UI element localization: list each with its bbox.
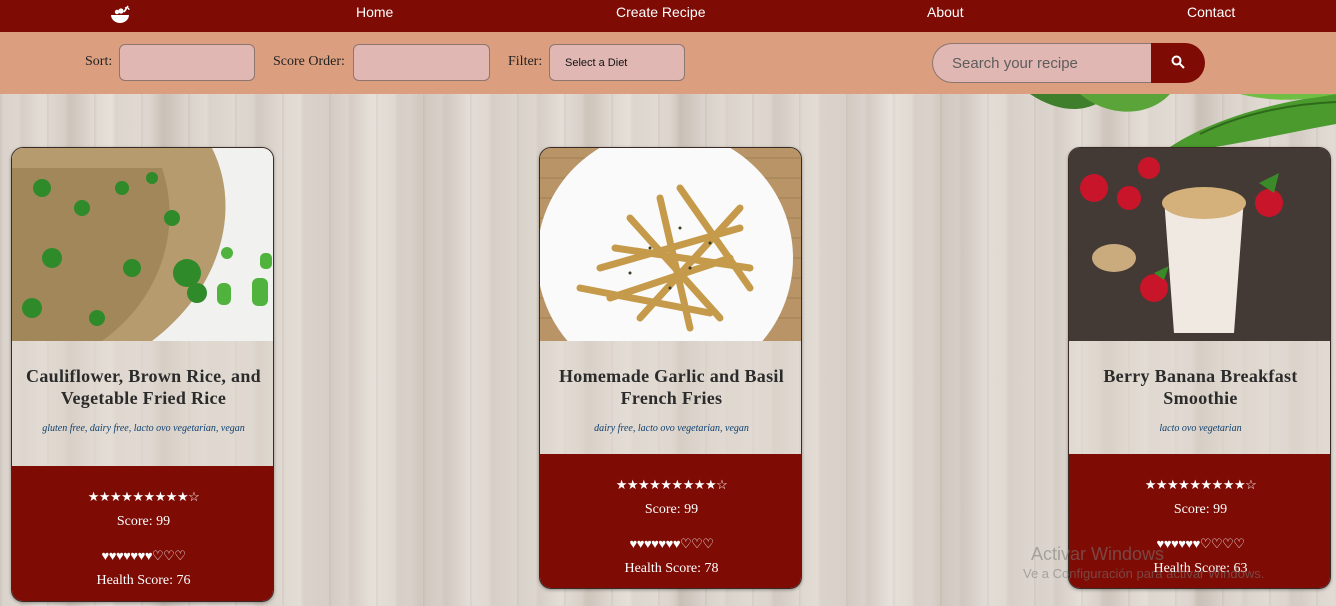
recipe-info: Berry Banana Breakfast Smoothie lacto ov… (1069, 341, 1330, 454)
recipe-diets: gluten free, dairy free, lacto ovo veget… (42, 423, 245, 434)
recipe-info: Homemade Garlic and Basil French Fries d… (540, 341, 801, 454)
search-button[interactable] (1151, 43, 1205, 83)
salad-bowl-icon[interactable] (108, 3, 132, 27)
filter-label: Filter: (508, 54, 543, 69)
health-hearts: ♥♥♥♥♥♥♥♡♡♡ (629, 536, 715, 551)
recipe-title[interactable]: Berry Banana Breakfast Smoothie (1081, 365, 1320, 409)
recipe-image-fried-rice (12, 148, 273, 341)
score-text: Score: 99 (644, 502, 699, 517)
star-rating: ★★★★★★★★★☆ (87, 489, 200, 504)
filter-bar: Sort: Score Order: Filter: Select a Diet (0, 32, 1336, 94)
nav-create-recipe-link[interactable]: Create Recipe (616, 4, 706, 20)
star-rating: ★★★★★★★★★☆ (615, 477, 728, 492)
recipe-diets: dairy free, lacto ovo vegetarian, vegan (594, 423, 749, 434)
watermark-title: Activar Windows (1031, 544, 1165, 564)
score-text: Score: 99 (116, 514, 171, 529)
recipe-scores: ★★★★★★★★★☆ Score: 99 ♥♥♥♥♥♥♥♡♡♡ Health S… (540, 454, 801, 588)
score-text: Score: 99 (1173, 502, 1228, 517)
score-order-select[interactable] (353, 44, 490, 81)
windows-activation-watermark: Activar Windows Ve a Configuración para … (1023, 544, 1264, 581)
top-navbar: Home Create Recipe About Contact (0, 0, 1336, 32)
score-order-label: Score Order: (273, 54, 345, 69)
watermark-subtitle: Ve a Configuración para activar Windows. (1023, 566, 1265, 581)
nav-home-link[interactable]: Home (356, 4, 393, 20)
recipe-title[interactable]: Homemade Garlic and Basil French Fries (552, 365, 791, 409)
star-rating: ★★★★★★★★★☆ (1144, 477, 1257, 492)
health-hearts: ♥♥♥♥♥♥♥♡♡♡ (101, 548, 187, 563)
recipe-card[interactable]: Homemade Garlic and Basil French Fries d… (539, 147, 802, 589)
leaves-decoration (1030, 94, 1336, 154)
recipe-title[interactable]: Cauliflower, Brown Rice, and Vegetable F… (24, 365, 263, 409)
health-score-text: Health Score: 76 (96, 573, 191, 588)
recipe-card[interactable]: Berry Banana Breakfast Smoothie lacto ov… (1068, 147, 1331, 589)
recipe-scores: ★★★★★★★★★☆ Score: 99 ♥♥♥♥♥♥♥♡♡♡ Health S… (12, 466, 273, 601)
recipe-info: Cauliflower, Brown Rice, and Vegetable F… (12, 341, 273, 466)
recipe-image-french-fries (540, 148, 801, 341)
sort-select[interactable] (119, 44, 255, 81)
recipe-card[interactable]: Cauliflower, Brown Rice, and Vegetable F… (11, 147, 274, 602)
diet-filter-select[interactable]: Select a Diet (549, 44, 685, 81)
recipe-image-smoothie (1069, 148, 1330, 341)
sort-label: Sort: (85, 54, 113, 69)
search-input[interactable] (932, 43, 1154, 83)
health-score-text: Health Score: 78 (624, 561, 719, 576)
search-icon (1171, 55, 1185, 69)
recipe-diets: lacto ovo vegetarian (1159, 423, 1242, 434)
nav-contact-link[interactable]: Contact (1187, 4, 1235, 20)
nav-about-link[interactable]: About (927, 4, 964, 20)
